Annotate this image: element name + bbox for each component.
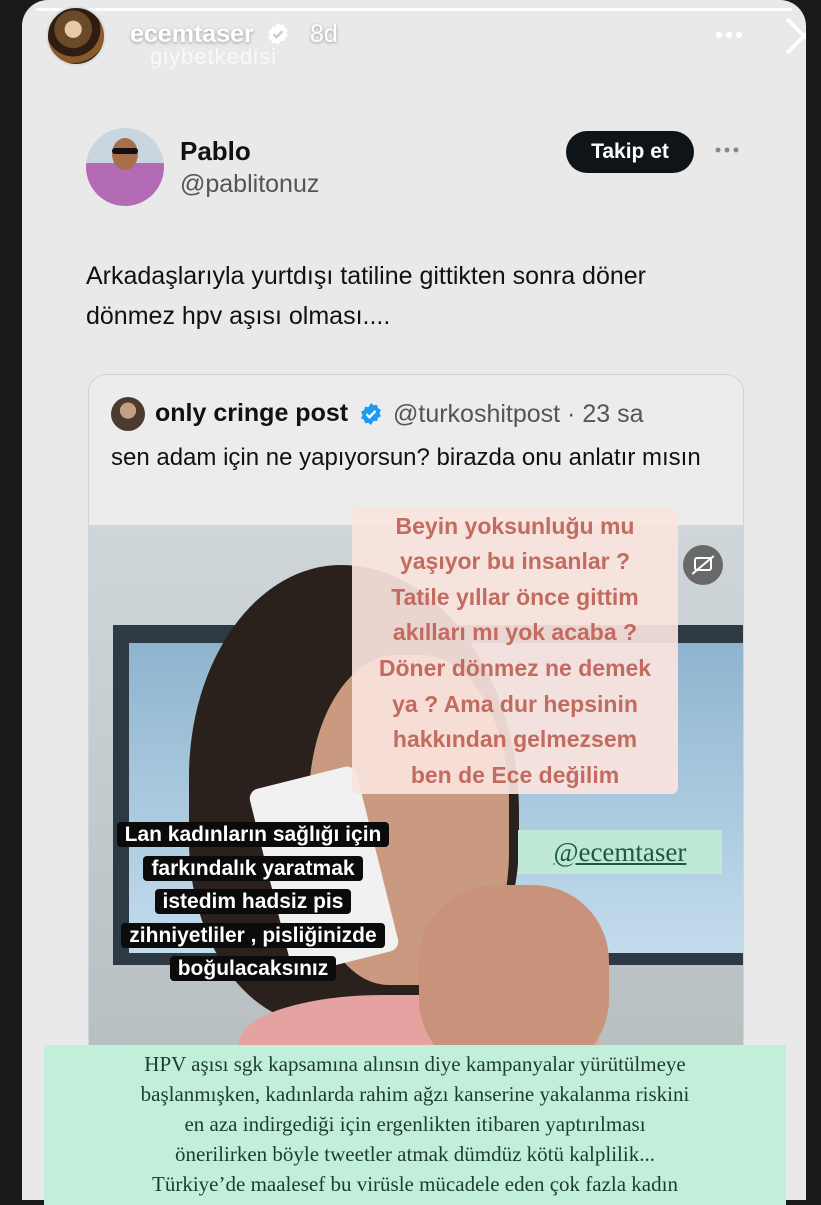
avatar-head (112, 138, 138, 170)
closed-captions-off-icon[interactable] (683, 545, 723, 585)
black-caption-line: Lan kadınların sağlığı için (116, 822, 390, 848)
avatar-sunglasses (112, 148, 138, 154)
watermark-text: giybetkedisi (150, 44, 277, 69)
black-caption: Lan kadınların sağlığı için farkındalık … (92, 816, 414, 988)
story-age: 8d (310, 20, 338, 48)
tweet-more-icon[interactable] (714, 140, 740, 160)
pink-caption: Beyin yoksunluğu mu yaşıyor bu insanlar … (352, 508, 678, 794)
quoted-author-handle[interactable]: @turkoshitpost · 23 sa (393, 400, 644, 429)
quoted-tweet-text: sen adam için ne yapıyorsun? birazda onu… (111, 444, 701, 471)
tweet-text: Arkadaşlarıyla yurtdışı tatiline gittikt… (86, 262, 646, 330)
quoted-author-avatar[interactable] (111, 397, 145, 431)
black-caption-line: farkındalık yaratmak (143, 855, 363, 881)
black-caption-line: boğulacaksınız (169, 956, 337, 982)
story-user-avatar[interactable] (46, 6, 106, 66)
more-horizontal-icon[interactable] (712, 22, 746, 48)
tweet-author-name[interactable]: Pablo (180, 136, 251, 167)
quoted-author-name[interactable]: only cringe post (155, 399, 348, 428)
story-progress-bar (36, 8, 792, 11)
verified-badge-icon (361, 403, 381, 425)
bottom-note-caption: HPV aşısı sgk kapsamına alınsın diye kam… (44, 1045, 786, 1205)
verified-badge-icon (268, 23, 288, 45)
follow-button[interactable]: Takip et (566, 131, 694, 173)
tweet-author-handle[interactable]: @pablitonuz (180, 170, 319, 199)
mention-sticker[interactable]: @ecemtaser (518, 830, 722, 874)
black-caption-line: istedim hadsiz pis (154, 889, 352, 915)
close-icon[interactable] (784, 16, 806, 56)
black-caption-line: zihniyetliler , pisliğinizde (121, 922, 385, 948)
tweet-author-avatar[interactable] (86, 128, 164, 206)
